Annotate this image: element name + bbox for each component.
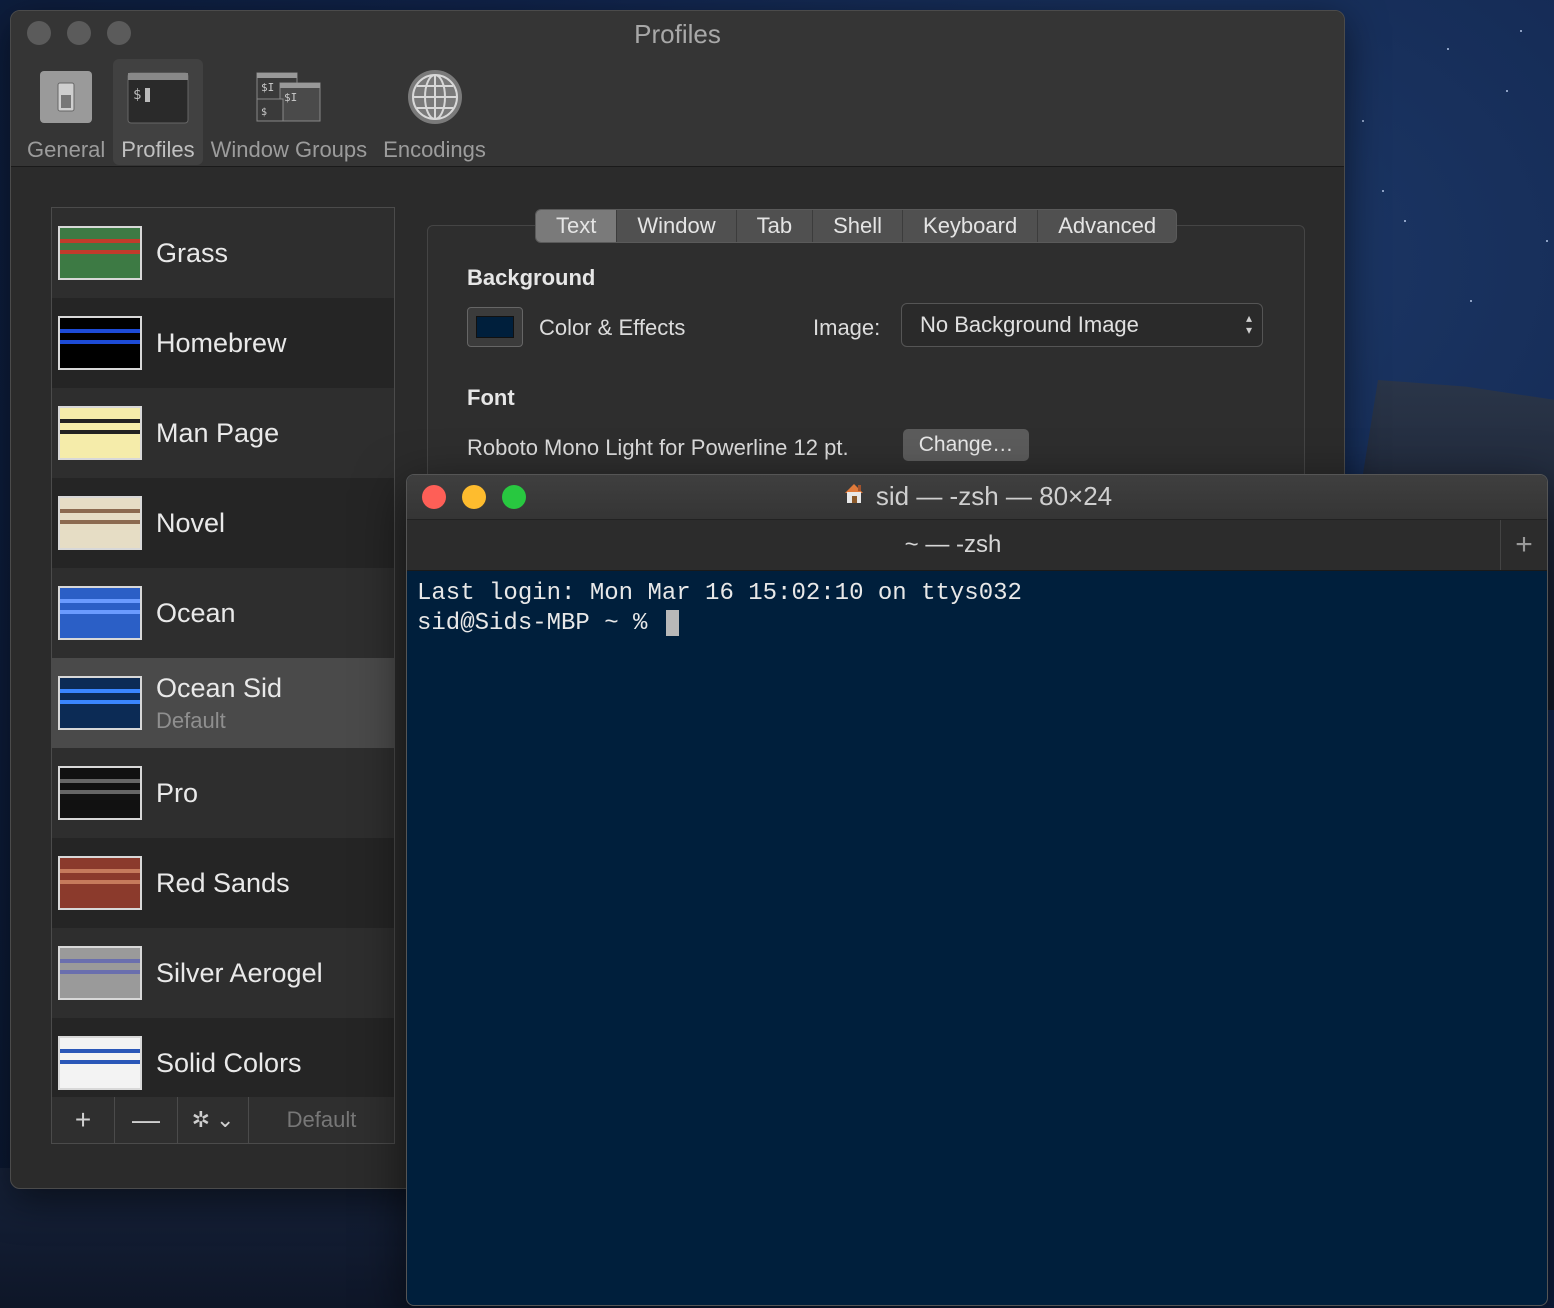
window-groups-icon: $I $I $ (256, 65, 322, 129)
toolbar-encodings[interactable]: Encodings (375, 59, 494, 165)
image-label: Image: (813, 315, 881, 340)
terminal-icon: $ (127, 65, 189, 129)
tab-tab[interactable]: Tab (737, 210, 814, 242)
toolbar-profiles-label: Profiles (121, 137, 195, 162)
toolbar-encodings-label: Encodings (383, 137, 486, 162)
terminal-tab-bar: ~ — -zsh + (407, 520, 1547, 571)
color-swatch (476, 316, 514, 338)
globe-icon (406, 65, 464, 129)
profile-item[interactable]: Ocean (52, 568, 394, 658)
profile-name: Solid Colors (156, 1047, 302, 1078)
tab-window[interactable]: Window (617, 210, 737, 242)
gear-icon: ✲ (191, 1107, 210, 1132)
profile-item[interactable]: Silver Aerogel (52, 928, 394, 1018)
background-section-title: Background (467, 265, 596, 290)
profile-item[interactable]: Novel (52, 478, 394, 568)
switch-icon (38, 65, 94, 129)
profile-thumbnail (58, 226, 142, 280)
home-icon (842, 481, 866, 512)
font-value: Roboto Mono Light for Powerline 12 pt. (467, 435, 849, 460)
profile-thumbnail (58, 856, 142, 910)
terminal-line: Last login: Mon Mar 16 15:02:10 on ttys0… (417, 580, 1022, 607)
profile-name: Red Sands (156, 867, 290, 898)
new-tab-button[interactable]: + (1500, 520, 1547, 570)
profile-name: Novel (156, 507, 226, 538)
color-effects-label: Color & Effects (539, 315, 686, 340)
tab-keyboard[interactable]: Keyboard (903, 210, 1039, 242)
background-image-select[interactable]: No Background Image ▴ ▾ (901, 303, 1263, 347)
terminal-titlebar[interactable]: sid — -zsh — 80×24 (407, 475, 1547, 520)
toolbar-profiles[interactable]: $ Profiles (113, 59, 203, 165)
profile-name: Pro (156, 777, 199, 808)
terminal-window[interactable]: sid — -zsh — 80×24 ~ — -zsh + Last login… (406, 474, 1548, 1306)
background-image-value: No Background Image (920, 312, 1139, 337)
toolbar-window-groups[interactable]: $I $I $ Window Groups (203, 59, 376, 165)
profile-thumbnail (58, 676, 142, 730)
terminal-output[interactable]: Last login: Mon Mar 16 15:02:10 on ttys0… (407, 571, 1547, 647)
text-cursor (665, 609, 679, 636)
change-font-button[interactable]: Change… (903, 429, 1029, 461)
profile-item[interactable]: Man Page (52, 388, 394, 478)
profile-thumbnail (58, 316, 142, 370)
default-button[interactable]: Default (249, 1097, 394, 1143)
profile-item[interactable]: Grass (52, 208, 394, 298)
profile-thumbnail (58, 406, 142, 460)
profile-actions-menu[interactable]: ✲ ⌄ (178, 1097, 249, 1143)
toolbar-general-label: General (27, 137, 106, 162)
tab-text[interactable]: Text (536, 210, 618, 242)
preferences-toolbar: Profiles General $ Profiles $I $I $ Window… (11, 11, 1344, 167)
svg-text:$I: $I (284, 91, 297, 104)
profile-list-footer: + — ✲ ⌄ Default (51, 1097, 395, 1144)
profile-name: Silver Aerogel (156, 957, 323, 988)
svg-text:$I: $I (261, 81, 274, 94)
background-color-well[interactable] (467, 307, 523, 347)
chevron-down-icon: ⌄ (216, 1107, 235, 1132)
remove-profile-button[interactable]: — (115, 1097, 178, 1143)
settings-tab-bar: Text Window Tab Shell Keyboard Advanced (535, 209, 1178, 243)
terminal-title: sid — -zsh — 80×24 (407, 481, 1547, 512)
chevron-updown-icon: ▴ ▾ (1245, 311, 1252, 337)
terminal-prompt: sid@Sids-MBP ~ % (417, 610, 662, 637)
tab-shell[interactable]: Shell (813, 210, 904, 242)
profile-list[interactable]: Grass Homebrew Man Page Novel Ocean Ocean Sid… (51, 207, 395, 1099)
profile-item[interactable]: Homebrew (52, 298, 394, 388)
font-section-title: Font (467, 385, 515, 410)
profile-item[interactable]: Pro (52, 748, 394, 838)
profile-default-badge: Default (156, 707, 226, 733)
terminal-tab[interactable]: ~ — -zsh (407, 520, 1499, 570)
profile-name: Homebrew (156, 327, 287, 358)
profile-thumbnail (58, 586, 142, 640)
profile-name: Ocean (156, 597, 236, 628)
add-profile-button[interactable]: + (52, 1097, 115, 1143)
terminal-prompt-line: sid@Sids-MBP ~ % (417, 609, 1537, 639)
svg-text:$: $ (133, 87, 141, 103)
profile-item[interactable]: Red Sands (52, 838, 394, 928)
tab-advanced[interactable]: Advanced (1038, 210, 1176, 242)
profile-item[interactable]: Solid Colors (52, 1018, 394, 1098)
toolbar-window-groups-label: Window Groups (210, 137, 368, 162)
profile-item[interactable]: Ocean Sid Default (52, 658, 394, 748)
svg-text:$: $ (261, 107, 267, 118)
profile-thumbnail (58, 766, 142, 820)
profile-name: Man Page (156, 417, 280, 448)
terminal-title-text: sid — -zsh — 80×24 (875, 481, 1113, 511)
toolbar-general[interactable]: General (19, 59, 113, 165)
profile-name: Grass (156, 237, 229, 268)
profile-name: Ocean Sid (156, 672, 283, 703)
profile-thumbnail (58, 1036, 142, 1090)
profile-thumbnail (58, 496, 142, 550)
window-title: Profiles (634, 19, 721, 49)
profile-thumbnail (58, 946, 142, 1000)
